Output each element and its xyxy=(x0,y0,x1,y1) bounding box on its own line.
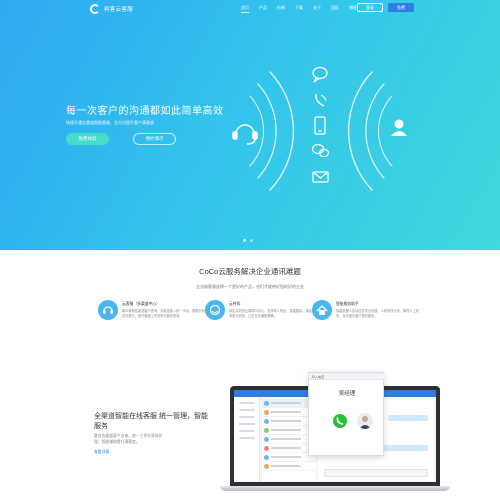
sidebar-item xyxy=(239,416,255,418)
right-arc-small xyxy=(378,95,393,167)
chat-bubble xyxy=(388,415,428,421)
mail-icon xyxy=(312,171,329,183)
avatar xyxy=(264,409,269,415)
carousel-dots xyxy=(243,239,257,242)
left-arc-outer xyxy=(269,71,295,191)
feature-desc: 整合各渠道客户咨询，统一工作台高效处理，智能辅助提升满意度。 xyxy=(94,434,163,444)
sidebar-item xyxy=(239,409,255,411)
list-text xyxy=(271,429,301,431)
phone-icon xyxy=(336,417,344,425)
chat-bubble xyxy=(380,445,428,451)
hero-subtitle: 快速开通全渠道智能客服，全方位提升客户满意度 xyxy=(66,120,154,125)
answer-call-button[interactable] xyxy=(333,414,347,428)
call-header: 呼入电话 xyxy=(309,373,385,380)
list-text xyxy=(271,402,301,404)
list-text xyxy=(271,447,301,449)
sidebar-item xyxy=(239,430,255,432)
hero-banner: 柯客云客服 首页 产品 价格 下载 关于 团队 博客 登录 免费 每一次客户的沟… xyxy=(0,0,500,250)
service-desc: 稳定高效的云端呼叫中心，支持呼入呼出、智能路由、通话录音与质检，让企业沟通更顺畅… xyxy=(229,309,312,318)
page: 柯客云客服 首页 产品 价格 下载 关于 团队 博客 登录 免费 每一次客户的沟… xyxy=(0,0,500,500)
phone-icon xyxy=(315,93,327,107)
carousel-dot-1[interactable] xyxy=(243,239,246,242)
service-name: 智能服务助手 xyxy=(336,302,359,306)
avatar xyxy=(264,463,269,469)
feature-title: 全渠道智能在线客服 统一管理，智能服务 xyxy=(94,413,208,430)
mobile-icon xyxy=(314,116,326,135)
avatar xyxy=(264,400,269,406)
avatar xyxy=(264,418,269,424)
sidebar-item xyxy=(239,437,255,439)
incoming-call-popup: 呼入电话 吴经理 xyxy=(308,372,385,456)
right-arc-inner xyxy=(365,83,385,179)
list-item xyxy=(262,462,316,471)
headset-icon xyxy=(232,124,258,145)
home-icon xyxy=(312,300,332,320)
list-text xyxy=(271,438,301,440)
hero-title: 每一次客户的沟通都如此简单高效 xyxy=(66,106,224,117)
call-label: 呼入电话 xyxy=(312,374,325,379)
chat-icon xyxy=(312,66,328,83)
list-text xyxy=(271,456,301,458)
avatar xyxy=(264,445,269,451)
service-name: 云客服（多渠道中心） xyxy=(122,302,160,306)
avatar xyxy=(264,427,269,433)
sidebar-item xyxy=(239,402,255,404)
app-sidebar xyxy=(234,397,260,482)
right-arc-outer xyxy=(347,71,373,191)
services-subtitle: 企业级客服选择一个更好的产品，也们才能带好您的好的企业 xyxy=(196,284,304,289)
list-text xyxy=(271,465,301,467)
avatar xyxy=(264,454,269,460)
feature-link[interactable]: 查看详情 xyxy=(94,450,109,455)
service-name: 云呼叫 xyxy=(229,302,241,306)
services-title: CoCo云服务解决企业通讯难题 xyxy=(199,267,301,276)
left-arc-inner xyxy=(257,83,277,179)
avatar xyxy=(264,436,269,442)
left-arc-small xyxy=(249,95,264,167)
support-icon xyxy=(205,300,225,320)
chat-input xyxy=(324,469,428,477)
sidebar-item xyxy=(239,423,255,425)
caller-avatar xyxy=(357,413,373,429)
person-icon xyxy=(359,416,371,429)
list-text xyxy=(271,420,301,422)
headset-icon xyxy=(98,300,118,320)
caller-name: 吴经理 xyxy=(338,391,356,397)
book-demo-button[interactable]: 预约演示 xyxy=(133,133,176,145)
user-icon xyxy=(391,119,407,136)
service-desc: 智能机器人自动应答常见问题，人机协作分流，降低人工成本，全天候为客户提供服务。 xyxy=(336,309,419,318)
carousel-dot-2[interactable] xyxy=(250,239,253,242)
service-desc: 集中管理各渠道客户咨询，多渠道接入统一平台，数据分析实时展示，提升客服工作效率与… xyxy=(122,309,205,318)
list-text xyxy=(271,411,301,413)
laptop-base xyxy=(220,486,450,491)
wechat-icon xyxy=(311,143,330,158)
free-trial-button[interactable]: 免费体验 xyxy=(66,133,109,145)
